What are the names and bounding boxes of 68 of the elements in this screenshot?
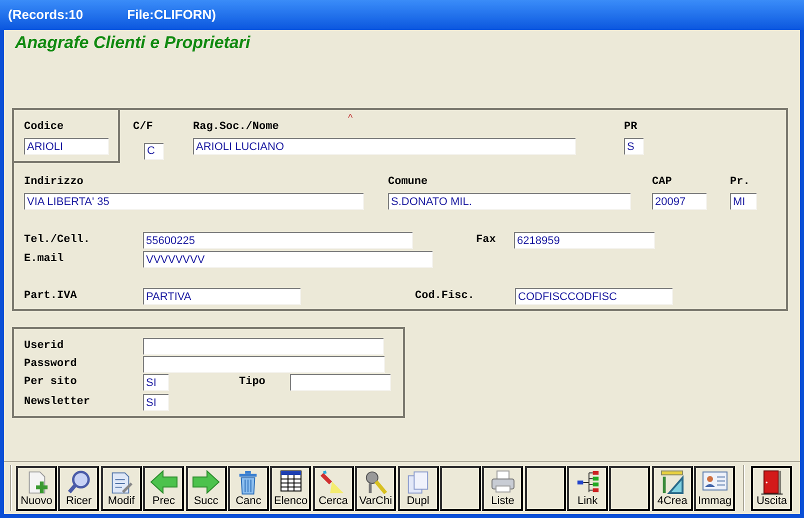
hierarchy-icon bbox=[574, 470, 601, 494]
toolbar-button[interactable]: Succ bbox=[186, 466, 227, 510]
toolbar-button[interactable]: Canc bbox=[228, 466, 269, 510]
id-card-icon bbox=[702, 470, 728, 492]
field-label: Newsletter bbox=[24, 396, 92, 409]
text-field[interactable] bbox=[290, 374, 391, 391]
right-arrow-icon bbox=[192, 470, 220, 494]
record-count: (Records:10 bbox=[8, 6, 84, 24]
text-field[interactable]: 20097 bbox=[652, 193, 707, 210]
text-field[interactable]: SI bbox=[143, 374, 169, 391]
text-field[interactable]: MI bbox=[730, 193, 757, 210]
text-field[interactable]: 6218959 bbox=[514, 232, 655, 249]
empty-toolbar-button[interactable] bbox=[609, 466, 650, 510]
text-field[interactable]: 55600225 bbox=[143, 232, 413, 249]
text-field[interactable] bbox=[143, 338, 384, 355]
toolbar-button[interactable]: Prec bbox=[143, 466, 184, 510]
field-label: CAP bbox=[652, 176, 672, 189]
printer-icon bbox=[490, 470, 516, 494]
field-label: Userid bbox=[24, 340, 65, 353]
toolbar-button[interactable]: 4Crea bbox=[652, 466, 693, 510]
toolbar-button[interactable]: Liste bbox=[482, 466, 524, 510]
text-field[interactable]: VIA LIBERTA' 35 bbox=[24, 193, 364, 210]
exit-button[interactable]: Uscita bbox=[751, 466, 792, 510]
sort-mark: ^ bbox=[348, 114, 353, 124]
field-label: Per sito bbox=[24, 376, 78, 389]
text-field[interactable]: S bbox=[624, 138, 644, 155]
field-label: Password bbox=[24, 358, 78, 371]
file-name: File:CLIFORN) bbox=[127, 6, 216, 24]
field-label: Indirizzo bbox=[24, 176, 84, 189]
table-icon bbox=[280, 470, 302, 492]
field-label: Tipo bbox=[239, 376, 266, 389]
toolbar-button[interactable]: Modif bbox=[100, 466, 142, 510]
toolbar-button[interactable]: Immag bbox=[694, 466, 736, 510]
text-field[interactable]: VVVVVVVV bbox=[143, 251, 433, 268]
text-field[interactable]: PARTIVA bbox=[143, 288, 301, 305]
field-label: Tel./Cell. bbox=[24, 234, 92, 247]
text-field[interactable]: C bbox=[144, 142, 164, 160]
drafting-tools-icon bbox=[659, 470, 686, 494]
text-field[interactable] bbox=[143, 356, 385, 373]
field-label: Comune bbox=[388, 176, 428, 189]
text-field[interactable]: ARIOLI LUCIANO bbox=[193, 138, 576, 155]
toolbar-button[interactable]: Ricer bbox=[58, 466, 100, 510]
field-label: Fax bbox=[476, 234, 497, 247]
door-icon bbox=[758, 470, 785, 494]
toolbar-button[interactable]: Nuovo bbox=[16, 466, 57, 510]
text-field[interactable]: ARIOLI bbox=[24, 138, 109, 155]
flashlight-icon bbox=[320, 470, 346, 494]
toolbar-button[interactable]: Elenco bbox=[270, 466, 312, 510]
field-label: Rag.Soc./Nome bbox=[193, 121, 279, 134]
toolbar-button[interactable]: VarChi bbox=[355, 466, 396, 510]
left-arrow-icon bbox=[150, 470, 178, 494]
toolbar-button[interactable]: Dupl bbox=[398, 466, 439, 510]
field-label: Pr. bbox=[730, 176, 750, 189]
text-field[interactable]: CODFISCCODFISC bbox=[515, 288, 673, 305]
form-title: Anagrafe Clienti e Proprietari bbox=[15, 33, 250, 53]
text-field[interactable]: S.DONATO MIL. bbox=[388, 193, 631, 210]
field-label: C/F bbox=[133, 121, 153, 134]
text-field[interactable]: SI bbox=[143, 394, 169, 411]
field-label: PR bbox=[624, 121, 638, 134]
empty-toolbar-button[interactable] bbox=[524, 466, 566, 510]
field-label: Codice bbox=[24, 121, 64, 134]
field-label: Cod.Fisc. bbox=[415, 290, 476, 303]
toolbar-button[interactable]: Cerca bbox=[312, 466, 354, 510]
magnifier-icon bbox=[66, 470, 92, 494]
empty-toolbar-button[interactable] bbox=[440, 466, 481, 510]
toolbar-button[interactable]: Link bbox=[567, 466, 608, 510]
field-label: E.mail bbox=[24, 253, 65, 266]
field-label: Part.IVA bbox=[24, 290, 78, 303]
